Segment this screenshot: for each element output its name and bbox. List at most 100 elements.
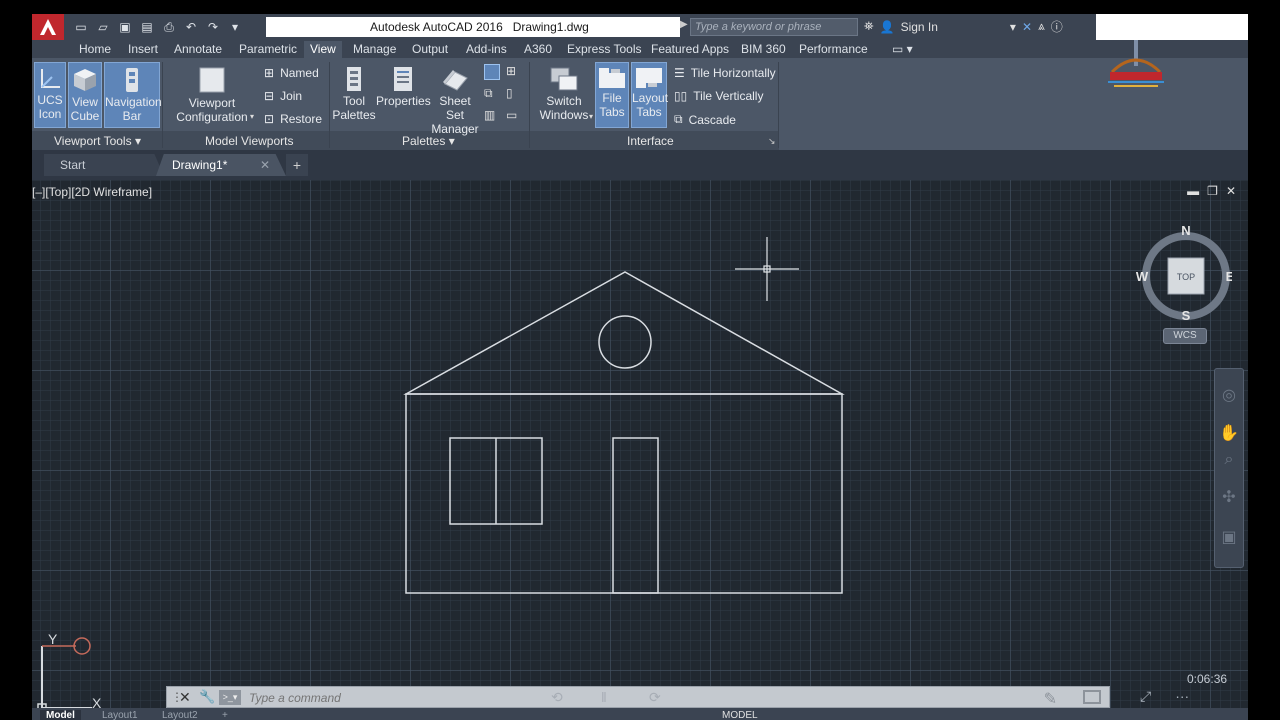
layout-tabs-button[interactable]: Layout Tabs — [631, 62, 668, 128]
tab-insert[interactable]: Insert — [122, 41, 164, 58]
ucs-icon-button[interactable]: UCS Icon — [34, 62, 66, 128]
open-file-icon[interactable]: ▱ — [94, 18, 112, 36]
viewcube-compass[interactable]: TOP N S E W — [1136, 224, 1232, 320]
tile-vertically-icon: ▯▯ — [674, 89, 688, 103]
exchange-apps-icon[interactable]: ✕ — [1022, 20, 1032, 34]
customize-wrench-icon[interactable]: 🔧 — [199, 689, 215, 705]
orbit-icon[interactable]: ✣ — [1219, 487, 1239, 507]
view-cube-button[interactable]: View Cube — [68, 62, 102, 128]
application-menu-button[interactable] — [32, 14, 64, 40]
file-tabs-button[interactable]: File Tabs — [595, 62, 629, 128]
file-tab-start[interactable]: Start — [44, 154, 164, 176]
sign-in-dropdown-icon[interactable]: ▾ — [1010, 20, 1016, 34]
pause-icon: ‖ — [601, 689, 607, 705]
viewcube-top-face[interactable]: TOP — [1177, 272, 1195, 282]
file-tab-drawing1[interactable]: Drawing1* ✕ — [156, 154, 286, 176]
help-icon[interactable]: ⓘ — [1051, 18, 1063, 35]
layout-tabs-icon — [636, 68, 662, 88]
tab-performance[interactable]: Performance — [793, 41, 874, 58]
ribbon-minimize-icon[interactable]: ▭ ▾ — [886, 41, 919, 58]
markup-set-icon[interactable]: ⊞ — [506, 64, 522, 80]
close-tab-icon[interactable]: ✕ — [260, 154, 270, 176]
layer-icon[interactable]: ▭ — [506, 108, 522, 124]
tab-manage[interactable]: Manage — [347, 41, 402, 58]
binoculars-icon[interactable]: ⛯ — [864, 19, 874, 34]
tab-add-ins[interactable]: Add-ins — [460, 41, 513, 58]
design-center-icon[interactable] — [484, 64, 500, 80]
tab-output[interactable]: Output — [406, 41, 454, 58]
plot-icon[interactable]: ⎙ — [160, 18, 178, 36]
tab-view[interactable]: View — [304, 41, 342, 58]
showmotion-icon[interactable]: ▣ — [1219, 527, 1239, 547]
restore-viewports-button[interactable]: ⊡ Restore — [264, 112, 322, 126]
tile-horizontally-button[interactable]: ☰ Tile Horizontally — [674, 66, 776, 80]
properties-button[interactable]: Properties — [376, 62, 431, 128]
new-file-icon[interactable]: ▭ — [72, 18, 90, 36]
view-cube-icon — [74, 69, 96, 91]
zoom-extents-icon[interactable]: ⌕ — [1219, 451, 1239, 471]
layout-tab-layout2[interactable]: Layout2 — [156, 710, 204, 720]
undo-icon[interactable]: ↶ — [182, 18, 200, 36]
steering-wheel-icon[interactable]: ◎ — [1219, 385, 1239, 405]
file-tabs-bar: Start Drawing1* ✕ + — [32, 150, 1248, 180]
interface-dialog-launcher-icon[interactable]: ↘ — [768, 136, 776, 147]
command-input[interactable] — [249, 690, 849, 706]
new-tab-button[interactable]: + — [286, 154, 308, 176]
quickcalc-icon[interactable]: ▯ — [506, 86, 522, 102]
tab-featured-apps[interactable]: Featured Apps — [645, 41, 735, 58]
join-viewports-button[interactable]: ⊟ Join — [264, 89, 302, 103]
sign-in-button[interactable]: Sign In — [901, 20, 938, 34]
wcs-menu[interactable]: WCS — [1163, 328, 1207, 344]
autodesk-360-icon[interactable]: ⩓ — [1038, 19, 1045, 34]
save-icon[interactable]: ▣ — [116, 18, 134, 36]
navigation-bar-button[interactable]: Navigation Bar — [104, 62, 162, 128]
tab-bim-360[interactable]: BIM 360 — [735, 41, 792, 58]
redo-icon[interactable]: ↷ — [204, 18, 222, 36]
tab-home[interactable]: Home — [73, 41, 117, 58]
panel-title-viewport-tools[interactable]: Viewport Tools ▾ — [54, 134, 141, 148]
roof-circle-window — [598, 315, 652, 369]
drawing-viewport[interactable]: [–][Top][2D Wireframe] ▬ ❐ ✕ TOP N S E W… — [32, 180, 1248, 720]
named-viewports-button[interactable]: ⊞ Named — [264, 66, 319, 80]
model-space-toggle[interactable]: MODEL — [716, 710, 764, 720]
tile-vertically-button[interactable]: ▯▯ Tile Vertically — [674, 89, 763, 103]
switch-windows-icon — [550, 67, 578, 91]
window-title: Autodesk AutoCAD 2016 Drawing1.dwg — [370, 20, 589, 34]
title-tools: ⛯ 👤 Sign In ▾ ✕ ⩓ ⓘ — [864, 18, 1063, 35]
viewport-configuration-button[interactable]: Viewport Configuration — [174, 62, 250, 128]
tab-a360[interactable]: A360 — [518, 41, 558, 58]
search-expand-icon[interactable]: ▶ — [680, 19, 688, 30]
file-tabs-icon — [599, 68, 625, 88]
compass-west[interactable]: W — [1136, 269, 1149, 284]
recent-commands-icon[interactable]: >_▾ — [219, 690, 241, 705]
viewport-config-dropdown-icon[interactable]: ▾ — [250, 112, 254, 121]
tab-express-tools[interactable]: Express Tools — [561, 41, 647, 58]
layout-tab-layout1[interactable]: Layout1 — [96, 710, 144, 720]
tab-parametric[interactable]: Parametric — [233, 41, 303, 58]
layout-tab-add[interactable]: + — [216, 710, 234, 720]
panel-title-palettes[interactable]: Palettes ▾ — [402, 134, 455, 148]
properties-icon — [394, 67, 412, 91]
save-as-icon[interactable]: ▤ — [138, 18, 156, 36]
more-icon[interactable]: ··· — [1175, 688, 1189, 705]
external-references-icon[interactable]: ⧉ — [484, 86, 500, 102]
cascade-button[interactable]: ⧉ Cascade — [674, 112, 736, 127]
ucs-icon: Y X — [37, 632, 102, 712]
qat-dropdown-icon[interactable]: ▾ — [226, 18, 244, 36]
switch-windows-dropdown-icon[interactable]: ▾ — [589, 112, 593, 121]
compass-south[interactable]: S — [1182, 308, 1191, 320]
search-input[interactable]: Type a keyword or phrase — [690, 18, 858, 36]
compass-east[interactable]: E — [1226, 269, 1232, 284]
dbconnect-icon[interactable]: ▥ — [484, 108, 500, 124]
pan-hand-icon[interactable]: ✋ — [1219, 423, 1239, 443]
compass-north[interactable]: N — [1181, 224, 1190, 238]
layout-tab-model[interactable]: Model — [40, 710, 81, 720]
ucs-axis-icon — [41, 69, 60, 88]
command-close-icon[interactable]: ✕ — [179, 689, 191, 706]
tool-palettes-button[interactable]: Tool Palettes — [332, 62, 376, 128]
sheet-set-manager-button[interactable]: Sheet Set Manager — [430, 62, 480, 136]
tab-annotate[interactable]: Annotate — [168, 41, 228, 58]
switch-windows-button[interactable]: Switch Windows — [536, 62, 592, 128]
close-button[interactable]: ✕ — [1194, 14, 1240, 42]
expand-arrows-icon[interactable]: ⤢ — [1140, 688, 1151, 705]
